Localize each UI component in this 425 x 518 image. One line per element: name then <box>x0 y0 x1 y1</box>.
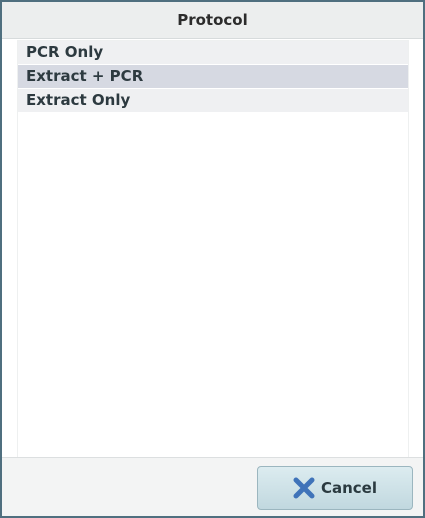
dialog-title: Protocol <box>2 2 423 39</box>
list-item-extract-pcr[interactable]: Extract + PCR <box>18 65 408 89</box>
list-item-label: Extract Only <box>26 91 131 109</box>
list-item-label: PCR Only <box>26 43 104 61</box>
cancel-button[interactable]: Cancel <box>257 466 413 510</box>
protocol-dialog: Protocol PCR Only Extract + PCR Extract … <box>0 0 425 518</box>
list-item-label: Extract + PCR <box>26 67 144 85</box>
dialog-footer: Cancel <box>2 457 423 516</box>
protocol-list[interactable]: PCR Only Extract + PCR Extract Only <box>17 40 409 458</box>
list-item-pcr-only[interactable]: PCR Only <box>18 41 408 65</box>
cancel-label: Cancel <box>320 479 377 497</box>
close-icon <box>293 477 315 499</box>
list-item-extract-only[interactable]: Extract Only <box>18 89 408 113</box>
